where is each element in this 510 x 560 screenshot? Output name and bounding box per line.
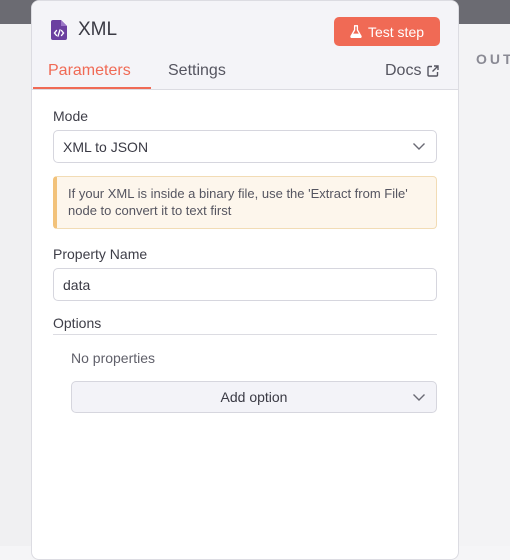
node-parameters-panel: XML Test step Parameters Settings Docs M… bbox=[31, 0, 459, 560]
property-name-label: Property Name bbox=[53, 246, 148, 262]
docs-label: Docs bbox=[385, 62, 422, 79]
options-label: Options bbox=[53, 315, 102, 331]
tab-parameters[interactable]: Parameters bbox=[48, 62, 131, 80]
docs-link[interactable]: Docs bbox=[385, 62, 440, 80]
mode-value: XML to JSON bbox=[63, 138, 149, 155]
output-panel-title: OUT bbox=[476, 51, 510, 67]
chevron-down-icon bbox=[413, 143, 425, 150]
add-option-label: Add option bbox=[220, 389, 288, 405]
no-properties-text: No properties bbox=[71, 350, 156, 366]
mode-select[interactable]: XML to JSON bbox=[53, 130, 437, 163]
test-step-button[interactable]: Test step bbox=[334, 17, 440, 46]
test-step-label: Test step bbox=[367, 23, 425, 40]
tab-settings[interactable]: Settings bbox=[168, 62, 226, 80]
canvas-input-area bbox=[0, 24, 32, 546]
property-name-input[interactable] bbox=[53, 268, 437, 301]
add-option-dropdown[interactable]: Add option bbox=[71, 381, 437, 413]
mode-label: Mode bbox=[53, 108, 89, 124]
binary-file-notice: If your XML is inside a binary file, use… bbox=[53, 176, 437, 229]
flask-icon bbox=[350, 25, 362, 38]
output-panel bbox=[458, 24, 510, 546]
options-divider bbox=[53, 334, 437, 335]
node-title: XML bbox=[78, 19, 118, 40]
chevron-down-icon bbox=[413, 394, 425, 401]
file-code-icon bbox=[51, 20, 67, 40]
active-tab-indicator bbox=[33, 87, 151, 89]
external-link-icon bbox=[427, 65, 440, 77]
notice-text: If your XML is inside a binary file, use… bbox=[68, 186, 408, 218]
